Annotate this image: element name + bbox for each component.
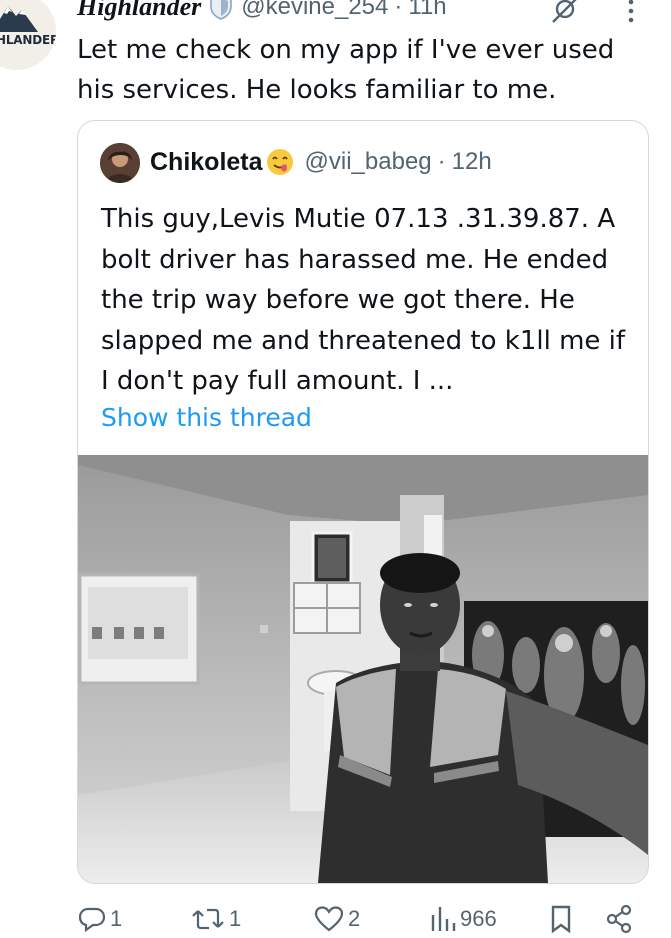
quoted-header-separator: · <box>437 148 446 175</box>
author-avatar[interactable]: HLANDER <box>0 0 56 70</box>
share-button[interactable] <box>605 900 633 938</box>
quoted-author-name[interactable]: Chikoleta <box>150 148 263 177</box>
show-thread-link[interactable]: Show this thread <box>101 403 312 432</box>
like-button[interactable]: 2 <box>314 900 360 938</box>
grok-icon[interactable] <box>549 0 583 24</box>
quoted-author-avatar[interactable] <box>100 143 140 183</box>
quoted-post-time[interactable]: 12h <box>452 148 492 176</box>
avatar-logo-text: HLANDER <box>0 33 56 47</box>
views-button[interactable]: 966 <box>430 900 497 938</box>
share-icon <box>606 904 632 934</box>
avatar-photo-icon <box>100 143 140 183</box>
shield-verified-icon <box>210 0 233 20</box>
quoted-post-card[interactable]: Chikoleta @vii_babeg · 12h This guy,Levi… <box>77 120 649 884</box>
like-count: 2 <box>348 906 361 931</box>
repost-button[interactable]: 1 <box>191 900 241 938</box>
post-text: Let me check on my app if I've ever used… <box>77 35 615 105</box>
quoted-post-header: Chikoleta @vii_babeg · 12h <box>150 145 492 179</box>
post-action-bar: 1 1 2 966 <box>0 900 671 938</box>
views-count: 966 <box>460 906 497 931</box>
post-time[interactable]: 11h <box>408 0 446 21</box>
more-vertical-icon[interactable] <box>626 0 636 24</box>
bookmark-icon <box>551 905 571 934</box>
author-handle[interactable]: @kevine_254 <box>241 0 388 21</box>
heart-icon <box>314 906 344 932</box>
reply-button[interactable]: 1 <box>78 900 122 938</box>
face-savoring-food-emoji <box>266 149 293 175</box>
quoted-author-handle[interactable]: @vii_babeg <box>305 148 432 176</box>
quoted-post-photo[interactable] <box>78 455 648 883</box>
reply-icon <box>78 907 106 933</box>
bookmark-button[interactable] <box>549 900 573 938</box>
views-icon <box>431 907 456 931</box>
repost-icon <box>192 908 224 930</box>
reply-count: 1 <box>110 906 123 931</box>
header-separator: · <box>394 0 403 20</box>
author-display-name[interactable]: Highlander <box>77 0 201 22</box>
post-header: Highlander @kevine_254 · 11h <box>77 0 447 22</box>
repost-count: 1 <box>229 906 242 931</box>
quoted-post-text: This guy,Levis Mutie 07.13 .31.39.87. A … <box>101 204 626 396</box>
